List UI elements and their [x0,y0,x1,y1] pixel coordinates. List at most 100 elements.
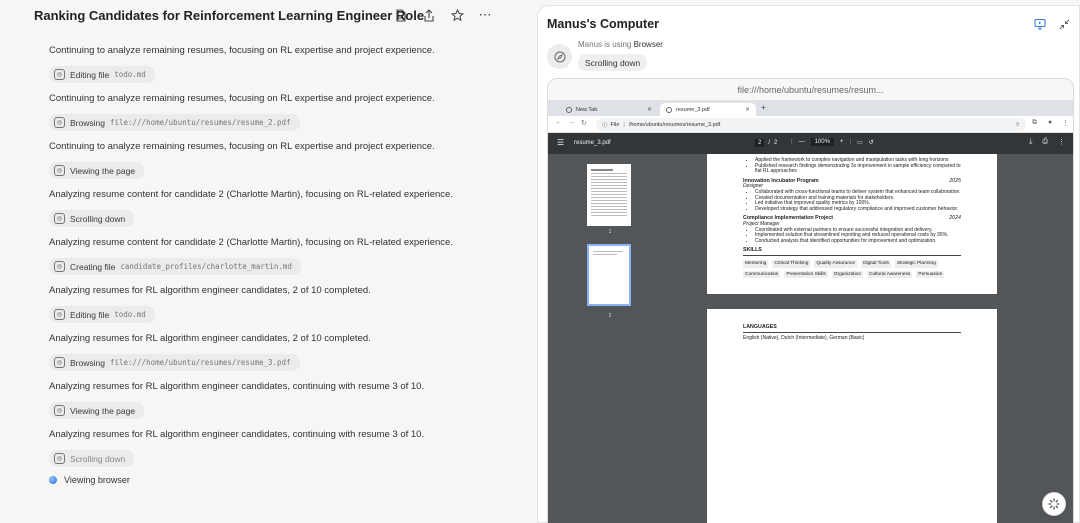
more-vert-icon[interactable]: ⋮ [1058,138,1065,146]
scroll-fade [0,30,534,44]
zoom-in-icon[interactable]: + [840,139,844,145]
job-year: 2025 [949,177,961,184]
current-status-text: Viewing browser [64,475,130,485]
step-action: Scrolling down [70,453,126,464]
current-action: Scrolling down [578,54,648,71]
skill-chip: Presentation Skills [784,270,828,279]
using-prefix: Manus is using [578,40,632,49]
tool-icon: ◎ [54,69,65,80]
timeline-message: Continuing to analyze remaining resumes,… [49,45,435,56]
frame-url: file:///home/ubuntu/resumes/resum... [548,79,1073,101]
download-icon[interactable]: ⤓ [1029,138,1032,146]
pdf-filename: resume_3.pdf [574,140,611,146]
using-line: Manus is using Browser [578,40,663,49]
extensions-icon[interactable]: ⧉ [1032,119,1037,127]
timeline-message: Analyzing resumes for RL algorithm engin… [49,429,425,440]
skill-chip: Communication [743,270,781,279]
timeline-step[interactable]: ◎ Viewing the page [49,162,145,179]
thumbnail-label: 2 [608,313,612,319]
print-icon[interactable]: ⎙ [1042,138,1048,146]
timeline-step[interactable]: ◎ Browsing file:///home/ubuntu/resumes/res… [49,114,300,131]
timeline-message: Continuing to analyze remaining resumes,… [49,93,435,104]
tab-strip: New Tab ✕ resume_3.pdf ✕ + [548,101,1073,116]
skill-chip: Critical Thinking [772,259,811,268]
pdf-toolbar: ☰ resume_3.pdf 2 / 2 | — 100% + | ▭ ↺ ⤓ … [548,133,1073,154]
file-icon[interactable] [392,6,410,24]
resume-bullet: Developed strategy that addressed regula… [755,206,997,213]
menu-icon[interactable]: ⋮ [1062,119,1069,127]
takeover-button[interactable] [1042,492,1066,516]
task-title: Ranking Candidates for Reinforcement Lea… [34,8,425,23]
timeline-message: Analyzing resume content for candidate 2… [49,237,453,248]
tool-icon: ◎ [54,357,65,368]
timeline-step[interactable]: ◎ Scrolling down [49,450,135,467]
page-separator: / [768,140,771,146]
step-argument: file:///home/ubuntu/resumes/resume_3.pdf [109,358,291,367]
thumbnail-page-2[interactable] [587,244,631,306]
rotate-icon[interactable]: ↺ [869,139,874,146]
forward-icon[interactable]: → [568,119,575,126]
close-icon[interactable]: ✕ [745,106,750,113]
timeline-step[interactable]: ◎ Viewing the page [49,402,145,419]
new-tab-button[interactable]: + [761,103,766,112]
step-argument: candidate_profiles/charlotte_martin.md [120,262,292,271]
step-action: Creating file [70,261,116,272]
timeline-step[interactable]: ◎ Editing file todo.md [49,66,155,83]
star-icon[interactable] [448,6,466,24]
reload-icon[interactable]: ↻ [581,119,587,127]
skill-chip: Persuasion [916,270,945,279]
timeline-step[interactable]: ◎ Editing file todo.md [49,306,155,323]
tab-resume[interactable]: resume_3.pdf ✕ [660,103,756,116]
timeline-step[interactable]: ◎ Scrolling down [49,210,135,227]
pdf-viewer[interactable]: Applied the framework to complex navigat… [672,154,1073,523]
tab-new-tab[interactable]: New Tab ✕ [560,103,658,116]
tool-icon: ◎ [54,213,65,224]
thumbnail-page-1[interactable] [587,164,631,226]
zoom-out-icon[interactable]: — [799,139,805,145]
browser-window: New Tab ✕ resume_3.pdf ✕ + ← → ↻ ⓘ File … [548,101,1073,523]
info-icon: ⓘ [602,122,608,129]
timeline-step[interactable]: ◎ Creating file candidate_profiles/charlot… [49,258,301,275]
pdf-page-2: LANGUAGES English (Native), Dutch (Inter… [707,309,997,523]
globe-icon [666,106,672,113]
address-bar[interactable]: ⓘ File | /home/ubuntu/resumes/resume_3.p… [596,118,1026,131]
page-number-input[interactable]: 2 [755,139,765,147]
monitor-icon[interactable] [1034,18,1046,30]
step-action: Viewing the page [70,405,136,416]
minimize-icon[interactable] [1058,18,1070,30]
step-argument: todo.md [114,310,146,319]
zoom-input[interactable]: 100% [810,138,834,146]
timeline-step[interactable]: ◎ Browsing file:///home/ubuntu/resumes/res… [49,354,300,371]
back-icon[interactable]: ← [555,119,562,126]
pdf-page-1: Applied the framework to complex navigat… [707,154,997,294]
step-argument: file:///home/ubuntu/resumes/resume_2.pdf [109,118,291,127]
tool-icon: ◎ [54,165,65,176]
current-status: Viewing browser [49,475,130,485]
bookmark-star-icon[interactable]: ☆ [1015,122,1020,128]
timeline-message: Analyzing resumes for RL algorithm engin… [49,333,371,344]
step-action: Scrolling down [70,213,126,224]
browser-frame: file:///home/ubuntu/resumes/resum... New… [547,78,1074,523]
omnibox-scheme: File [610,121,620,128]
skills-heading: SKILLS [743,248,961,256]
close-icon[interactable]: ✕ [647,106,652,113]
fit-page-icon[interactable]: ▭ [857,139,863,146]
skill-chip: Mentoring [743,259,769,268]
computer-panel: Manus's Computer Manus is using Browser … [537,5,1080,523]
globe-icon [566,106,572,113]
profile-icon[interactable]: ● [1048,119,1052,126]
thumbnail-label: 1 [608,229,612,235]
more-icon[interactable]: ⋯ [476,6,494,24]
tool-icon: ◎ [54,117,65,128]
tool-icon: ◎ [54,261,65,272]
browser-toolbar: ← → ↻ ⓘ File | /home/ubuntu/resumes/resu… [548,116,1073,133]
skill-chip: Digital Tools [861,259,891,268]
languages-heading: LANGUAGES [743,324,961,333]
menu-hamburger-icon[interactable]: ☰ [557,138,564,147]
timeline-message: Analyzing resumes for RL algorithm engin… [49,381,425,392]
timeline-message: Analyzing resume content for candidate 2… [49,189,453,200]
compass-icon [547,44,572,69]
page-total: 2 [774,140,778,146]
share-icon[interactable] [420,6,438,24]
computer-title: Manus's Computer [547,17,660,31]
